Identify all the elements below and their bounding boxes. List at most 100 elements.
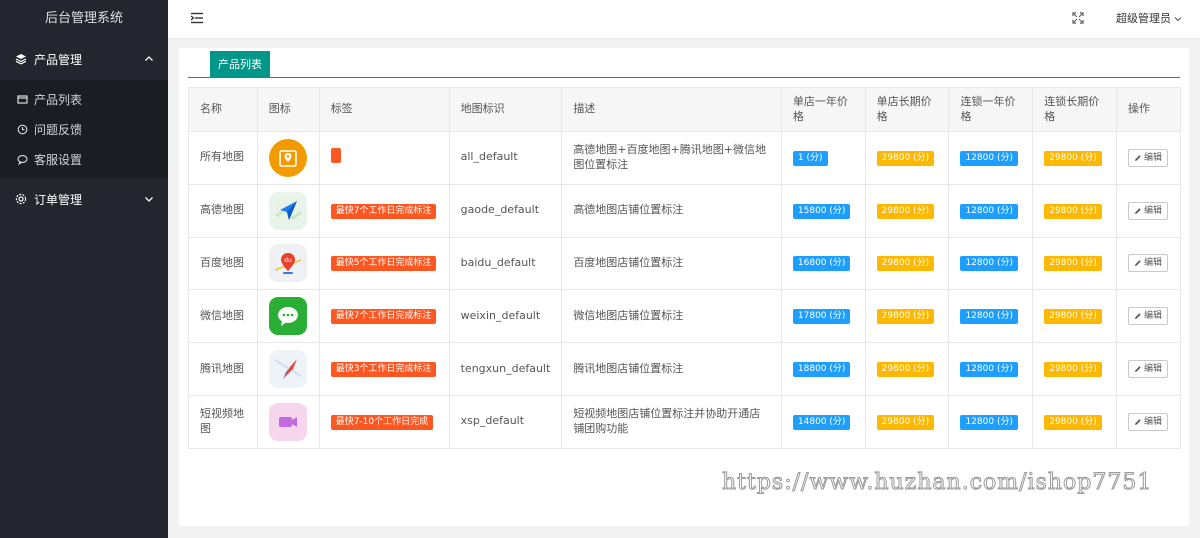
column-header: 操作 (1116, 87, 1181, 132)
nav-group-order: 订单管理 (0, 178, 168, 220)
column-header: 连锁长期价格 (1032, 87, 1118, 132)
pencil-icon (1134, 312, 1142, 320)
edit-button[interactable]: 编辑 (1128, 412, 1169, 431)
price-badge: 29800 (分) (876, 203, 935, 219)
map-code: weixin_default (448, 289, 563, 344)
column-header: 单店长期价格 (864, 87, 950, 132)
layers-icon (14, 52, 28, 66)
price-badge: 18800 (分) (792, 362, 851, 378)
tab-bar: 产品列表 (188, 51, 1180, 78)
table-row: 所有地图 all_default 高德地图+百度地图+腾讯地图+微信地图位置标注… (188, 131, 1181, 185)
nav-group-product-toggle[interactable]: 产品管理 (0, 38, 168, 80)
sidebar-item-label: 产品列表 (34, 92, 83, 107)
sidebar: 后台管理系统 产品管理 产品列表 问题反馈 客服设置 订单管理 (0, 0, 168, 538)
table-row: 微信地图 最快7个工作日完成标注 weixin_default 微信地图店铺位置… (188, 289, 1181, 344)
product-name: 腾讯地图 (188, 342, 258, 396)
product-table: 名称 图标 标签 地图标识 描述 单店一年价格 单店长期价格 连锁一年价格 连锁… (188, 87, 1181, 449)
app-title: 后台管理系统 (44, 11, 123, 26)
map-code: tengxun_default (448, 342, 563, 396)
price-badge: 29800 (分) (1044, 414, 1102, 430)
table-row: 百度地图 du 最快5个工作日完成标注 baidu_default 百度地图店铺… (188, 236, 1181, 291)
price-badge: 29800 (分) (876, 362, 935, 378)
product-name: 百度地图 (188, 236, 258, 291)
menu-toggle-icon[interactable] (190, 11, 204, 25)
price-badge: 15800 (分) (792, 203, 851, 219)
chevron-up-icon (144, 54, 154, 64)
column-header: 连锁一年价格 (948, 87, 1034, 132)
price-badge: 12800 (分) (960, 362, 1018, 378)
user-name: 超级管理员 (1116, 12, 1171, 25)
nav-submenu-product: 产品列表 问题反馈 客服设置 (0, 80, 168, 178)
price-badge: 16800 (分) (792, 256, 851, 272)
edit-label: 编辑 (1144, 205, 1163, 216)
pencil-icon (1134, 154, 1142, 162)
sidebar-item-service-settings[interactable]: 客服设置 (0, 144, 168, 174)
product-description: 腾讯地图店铺位置标注 (561, 342, 782, 396)
edit-label: 编辑 (1144, 258, 1163, 269)
price-badge: 12800 (分) (960, 256, 1018, 272)
map-code: all_default (448, 131, 563, 185)
edit-button[interactable]: 编辑 (1128, 254, 1169, 273)
edit-button[interactable]: 编辑 (1128, 360, 1169, 379)
column-header: 单店一年价格 (780, 87, 866, 132)
sidebar-item-label: 问题反馈 (34, 122, 83, 137)
wechat-icon (268, 297, 307, 336)
baidu-map-icon: du (268, 244, 307, 283)
product-description: 高德地图+百度地图+腾讯地图+微信地图位置标注 (561, 131, 782, 185)
svg-text:du: du (284, 257, 292, 264)
gear-icon (14, 192, 28, 206)
status-badge: 最快3个工作日完成标注 (330, 362, 437, 378)
edit-button[interactable]: 编辑 (1128, 148, 1169, 167)
product-description: 微信地图店铺位置标注 (561, 289, 782, 344)
pencil-icon (1134, 207, 1142, 215)
table-row: 腾讯地图 最快3个工作日完成标注 tengxun_default 腾讯地图店铺位… (188, 342, 1181, 396)
edit-label: 编辑 (1144, 416, 1163, 427)
chevron-down-icon (1174, 15, 1182, 23)
tencent-map-icon (268, 350, 307, 389)
edit-label: 编辑 (1144, 364, 1163, 374)
watermark-text: https://www.huzhan.com/ishop7751 (721, 470, 1153, 496)
column-header: 描述 (561, 87, 782, 132)
status-badge: 最快7-10个工作日完成 (330, 414, 434, 430)
edit-button[interactable]: 编辑 (1128, 201, 1169, 220)
clock-icon (16, 123, 28, 135)
all-maps-icon (268, 138, 307, 177)
map-code: gaode_default (448, 183, 563, 238)
tab-product-list[interactable]: 产品列表 (210, 51, 270, 78)
price-badge: 12800 (分) (960, 309, 1018, 325)
list-window-icon (16, 93, 28, 105)
price-badge: 12800 (分) (960, 203, 1018, 219)
price-badge: 1 (分) (792, 150, 828, 166)
column-header: 标签 (318, 87, 450, 132)
price-badge: 14800 (分) (792, 414, 851, 430)
map-code: xsp_default (448, 394, 563, 449)
status-badge: 最快7个工作日完成标注 (330, 309, 437, 325)
price-badge: 29800 (分) (1044, 150, 1102, 166)
product-name: 高德地图 (188, 183, 258, 238)
nav-group-order-toggle[interactable]: 订单管理 (0, 178, 168, 220)
fullscreen-icon[interactable] (1072, 12, 1084, 24)
edit-button[interactable]: 编辑 (1128, 307, 1169, 326)
column-header: 地图标识 (448, 87, 563, 132)
sidebar-item-product-list[interactable]: 产品列表 (0, 84, 168, 114)
sidebar-item-label: 客服设置 (34, 152, 83, 167)
top-header: 超级管理员 (168, 0, 1200, 38)
sidebar-item-feedback[interactable]: 问题反馈 (0, 114, 168, 144)
user-menu[interactable]: 超级管理员 (1116, 0, 1182, 38)
price-badge: 29800 (分) (1044, 309, 1102, 325)
product-name: 短视频地图 (188, 394, 258, 449)
chevron-down-icon (144, 194, 154, 204)
product-description: 高德地图店铺位置标注 (561, 183, 782, 238)
product-description: 短视频地图店铺位置标注并协助开通店铺团购功能 (561, 394, 782, 449)
price-badge: 29800 (分) (876, 414, 935, 430)
price-badge: 29800 (分) (876, 150, 935, 166)
price-badge: 29800 (分) (1044, 203, 1102, 219)
product-name: 所有地图 (188, 131, 258, 185)
pencil-icon (1134, 365, 1142, 373)
price-badge: 29800 (分) (1044, 256, 1102, 272)
table-row: 高德地图 最快7个工作日完成标注 gaode_default 高德地图店铺位置标… (188, 183, 1181, 238)
price-badge: 17800 (分) (792, 309, 851, 325)
column-header: 图标 (256, 87, 320, 132)
edit-label: 编辑 (1144, 152, 1163, 163)
price-badge: 12800 (分) (960, 150, 1018, 166)
